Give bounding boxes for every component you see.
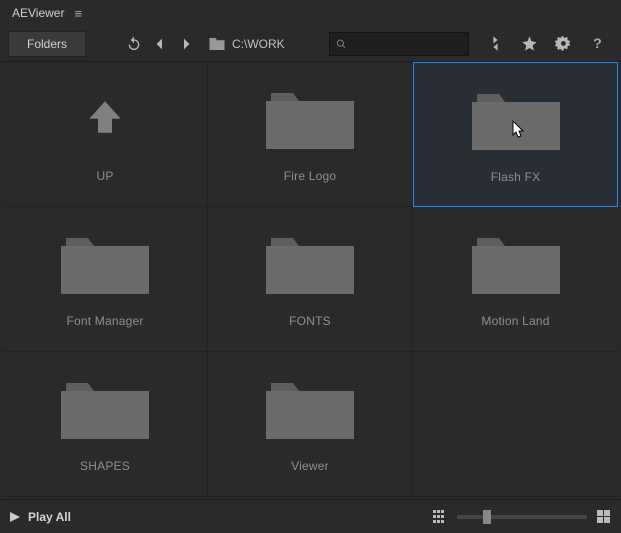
folder-icon xyxy=(472,230,560,294)
folder-icon xyxy=(208,35,226,53)
grid-item-label: UP xyxy=(96,169,113,183)
zoom-slider-thumb[interactable] xyxy=(483,510,491,524)
folder-icon xyxy=(61,375,149,439)
folder-icon xyxy=(266,375,354,439)
folder-icon xyxy=(472,86,560,150)
grid-item-folder[interactable]: Motion Land xyxy=(413,207,618,352)
refresh-icon[interactable] xyxy=(124,34,144,54)
large-grid-icon[interactable] xyxy=(597,510,611,524)
star-icon[interactable] xyxy=(519,34,539,54)
grid-item-label: SHAPES xyxy=(80,459,130,473)
grid-item-folder[interactable]: Viewer xyxy=(208,352,413,497)
grid-item-folder[interactable]: Font Manager xyxy=(3,207,208,352)
grid-item-label: Motion Land xyxy=(481,314,549,328)
gear-icon[interactable] xyxy=(553,34,573,54)
grid-item-folder[interactable]: Flash FX xyxy=(413,62,618,207)
path-text: C:\WORK xyxy=(232,37,285,51)
folder-icon xyxy=(61,230,149,294)
up-arrow-icon xyxy=(84,85,126,149)
extension-icon[interactable] xyxy=(485,34,505,54)
grid-item-label: Viewer xyxy=(291,459,329,473)
forward-arrow-icon[interactable] xyxy=(176,34,196,54)
grid-item-label: Fire Logo xyxy=(284,169,337,183)
search-box[interactable] xyxy=(329,32,469,56)
toolbar: Folders C:\WORK ? xyxy=(0,26,621,62)
grid-item-label: FONTS xyxy=(289,314,331,328)
back-arrow-icon[interactable] xyxy=(150,34,170,54)
grid-item-empty xyxy=(413,352,618,497)
search-icon xyxy=(336,38,346,50)
small-grid-icon[interactable] xyxy=(433,510,447,524)
svg-text:?: ? xyxy=(593,36,602,52)
grid-item-folder[interactable]: Fire Logo xyxy=(208,62,413,207)
help-icon[interactable]: ? xyxy=(587,34,607,54)
folders-button[interactable]: Folders xyxy=(8,31,86,57)
grid-item-label: Flash FX xyxy=(491,170,541,184)
hamburger-icon[interactable]: ≡ xyxy=(74,6,82,21)
titlebar: AEViewer ≡ xyxy=(0,0,621,26)
grid-item-up[interactable]: UP xyxy=(3,62,208,207)
play-all-label: Play All xyxy=(28,510,71,524)
grid-item-folder[interactable]: FONTS xyxy=(208,207,413,352)
grid-item-label: Font Manager xyxy=(66,314,143,328)
folder-icon xyxy=(266,85,354,149)
zoom-slider[interactable] xyxy=(457,515,587,519)
path-area[interactable]: C:\WORK xyxy=(208,35,285,53)
folder-grid: UP Fire Logo Flash FX Font Manager xyxy=(3,62,618,497)
app-title: AEViewer xyxy=(12,6,64,20)
grid-item-folder[interactable]: SHAPES xyxy=(3,352,208,497)
footer: Play All xyxy=(0,499,621,533)
folder-icon xyxy=(266,230,354,294)
search-input[interactable] xyxy=(352,38,462,50)
play-all-button[interactable]: Play All xyxy=(10,510,71,524)
